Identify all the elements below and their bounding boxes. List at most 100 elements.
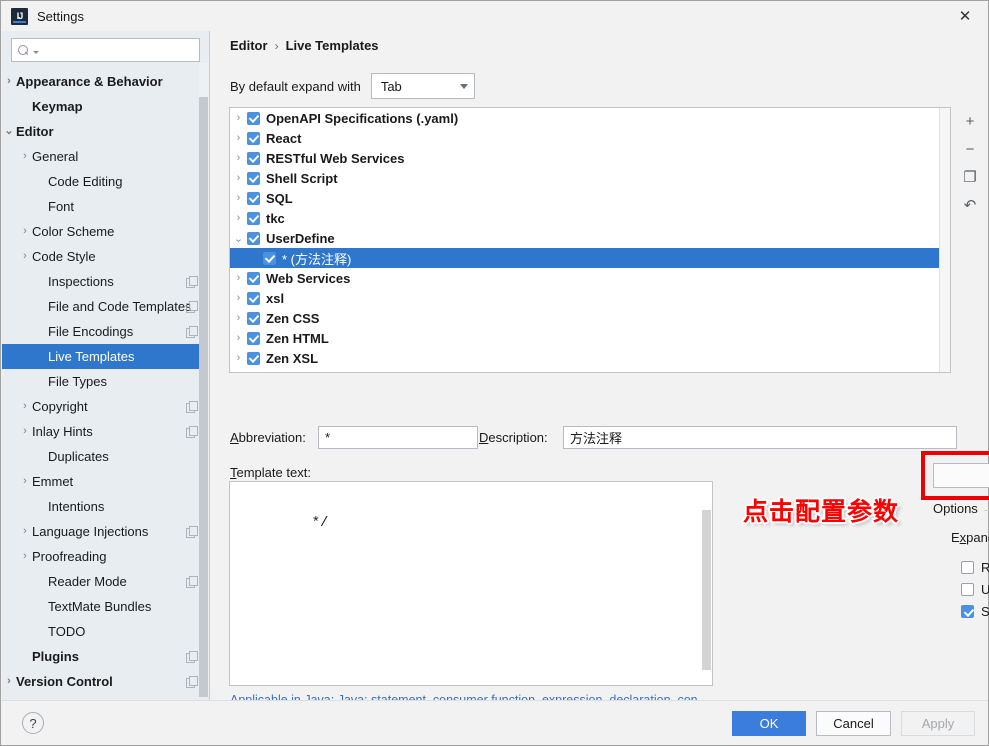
sidebar-item-todo[interactable]: TODO [2,619,209,644]
sidebar-item-code-style[interactable]: › Code Style [2,244,209,269]
sidebar-scrollbar-thumb[interactable] [199,97,208,697]
use-static-import-checkbox[interactable]: Use static import if possible [961,578,989,600]
breadcrumb-parent[interactable]: Editor [230,38,268,53]
chevron-right-icon[interactable]: › [230,352,247,364]
duplicate-template-button[interactable]: ❐ [953,163,987,191]
template-enabled-checkbox[interactable] [247,311,260,325]
template-row[interactable]: › RESTful Web Services [230,148,950,168]
template-enabled-checkbox[interactable] [247,131,260,145]
sidebar-item-inspections[interactable]: Inspections [2,269,209,294]
sidebar-item-plugins[interactable]: Plugins [2,644,209,669]
chevron-right-icon[interactable]: › [2,76,16,87]
abbreviation-field[interactable]: * [318,426,478,449]
chevron-right-icon[interactable]: › [230,332,247,344]
sidebar-item-emmet[interactable]: › Emmet [2,469,209,494]
description-field[interactable]: 方法注释 [563,426,957,449]
sidebar-item-intentions[interactable]: Intentions [2,494,209,519]
shorten-fq-names-checkbox[interactable]: Shorten FQ names [961,600,989,622]
chevron-down-icon[interactable]: ⌄ [230,232,247,245]
editor-scrollbar-track[interactable] [701,482,712,685]
chevron-right-icon[interactable]: › [18,476,32,487]
sidebar-item-file-encodings[interactable]: File Encodings [2,319,209,344]
template-row[interactable]: › xsl [230,288,950,308]
sidebar-item-version-control[interactable]: › Version Control [2,669,209,694]
chevron-right-icon[interactable]: › [18,426,32,437]
sidebar-item-file-and-code-templates[interactable]: File and Code Templates [2,294,209,319]
sidebar-item-language-injections[interactable]: › Language Injections [2,519,209,544]
sidebar-scrollbar-track[interactable] [199,63,209,697]
template-enabled-checkbox[interactable] [247,331,260,345]
remove-template-button[interactable]: − [953,135,987,163]
reformat-according-to-style-checkbox[interactable]: Reformat according to style [961,556,989,578]
sidebar-item-inlay-hints[interactable]: › Inlay Hints [2,419,209,444]
template-enabled-checkbox[interactable] [247,151,260,165]
list-scrollbar-track[interactable] [939,108,950,372]
template-row[interactable]: ⌄ UserDefine [230,228,950,248]
sidebar-item-keymap[interactable]: Keymap [2,94,209,119]
template-row[interactable]: › Zen HTML [230,328,950,348]
template-text-editor[interactable]: * @return $return$ */ [229,481,713,686]
checkbox-box[interactable] [961,582,974,596]
live-templates-list[interactable]: › OpenAPI Specifications (.yaml) › React › RE… [229,107,951,373]
template-row[interactable]: › React [230,128,950,148]
sidebar-item-editor[interactable]: ⌄ Editor [2,119,209,144]
template-row[interactable]: › SQL [230,188,950,208]
chevron-right-icon[interactable]: › [18,226,32,237]
template-enabled-checkbox[interactable] [247,231,260,245]
chevron-right-icon[interactable]: › [230,172,247,184]
chevron-right-icon[interactable]: › [230,272,247,284]
template-enabled-checkbox[interactable] [247,191,260,205]
checkbox-box[interactable] [961,604,974,618]
sidebar-item-color-scheme[interactable]: › Color Scheme [2,219,209,244]
chevron-right-icon[interactable]: › [18,401,32,412]
sidebar-item-copyright[interactable]: › Copyright [2,394,209,419]
apply-button[interactable]: Apply [901,711,975,736]
chevron-right-icon[interactable]: › [2,676,16,687]
default-expand-with-dropdown[interactable]: Tab [370,73,475,99]
chevron-down-icon[interactable]: ⌄ [2,126,16,137]
cancel-button[interactable]: Cancel [816,711,891,736]
template-row[interactable]: › Shell Script [230,168,950,188]
edit-variables-button[interactable]: Edit variables [933,463,989,488]
template-enabled-checkbox[interactable] [247,111,260,125]
editor-scrollbar-thumb[interactable] [702,510,711,670]
search-input[interactable] [39,40,189,60]
chevron-right-icon[interactable]: › [230,292,247,304]
template-enabled-checkbox[interactable] [247,351,260,365]
template-row[interactable]: › Zen XSL [230,348,950,368]
add-template-button[interactable]: + [953,107,987,135]
search-box[interactable] [11,38,200,62]
chevron-right-icon[interactable]: › [230,192,247,204]
sidebar-item-general[interactable]: › General [2,144,209,169]
sidebar-item-reader-mode[interactable]: Reader Mode [2,569,209,594]
ok-button[interactable]: OK [732,711,806,736]
sidebar-item-textmate-bundles[interactable]: TextMate Bundles [2,594,209,619]
template-row[interactable]: › OpenAPI Specifications (.yaml) [230,108,950,128]
chevron-right-icon[interactable]: › [18,251,32,262]
chevron-right-icon[interactable]: › [230,132,247,144]
template-enabled-checkbox[interactable] [247,271,260,285]
template-row[interactable]: › Zen CSS [230,308,950,328]
sidebar-item-proofreading[interactable]: › Proofreading [2,544,209,569]
sidebar-item-appearance-behavior[interactable]: › Appearance & Behavior [2,69,209,94]
close-icon[interactable]: ✕ [942,1,988,31]
template-row[interactable]: › Web Services [230,268,950,288]
template-enabled-checkbox[interactable] [263,251,276,265]
sidebar-item-font[interactable]: Font [2,194,209,219]
chevron-right-icon[interactable]: › [18,526,32,537]
sidebar-item-live-templates[interactable]: Live Templates [2,344,209,369]
chevron-right-icon[interactable]: › [18,151,32,162]
sidebar-item-duplicates[interactable]: Duplicates [2,444,209,469]
chevron-right-icon[interactable]: › [230,312,247,324]
chevron-right-icon[interactable]: › [18,551,32,562]
checkbox-box[interactable] [961,560,974,574]
restore-defaults-button[interactable]: ↶ [953,191,987,219]
sidebar-item-file-types[interactable]: File Types [2,369,209,394]
template-enabled-checkbox[interactable] [247,291,260,305]
template-enabled-checkbox[interactable] [247,171,260,185]
chevron-right-icon[interactable]: › [230,152,247,164]
sidebar-item-code-editing[interactable]: Code Editing [2,169,209,194]
template-enabled-checkbox[interactable] [247,211,260,225]
help-button[interactable]: ? [22,712,44,734]
template-row[interactable]: * (方法注释) [230,248,950,268]
